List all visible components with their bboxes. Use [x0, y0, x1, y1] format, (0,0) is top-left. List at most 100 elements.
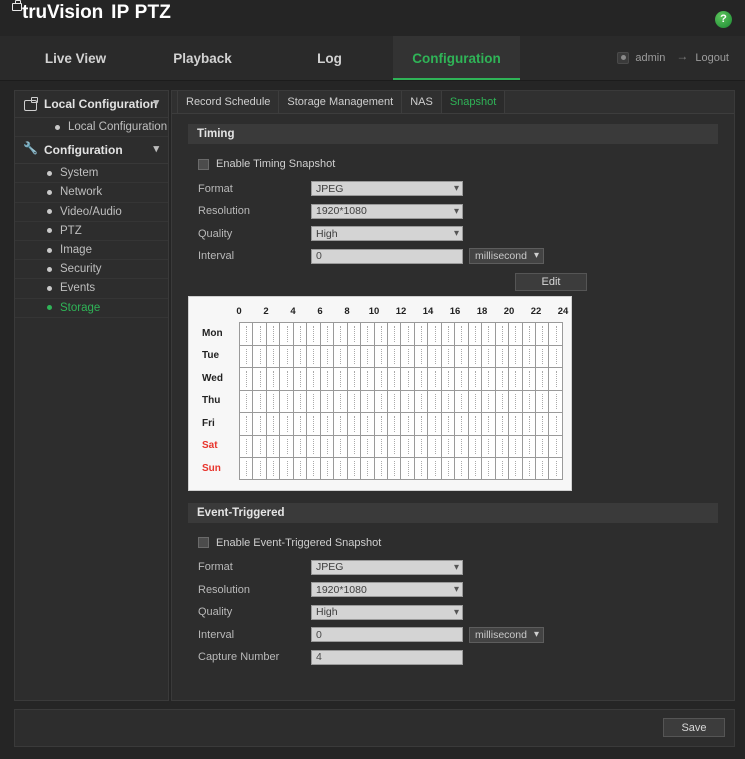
- timing-interval-unit-select[interactable]: millisecond: [469, 248, 544, 265]
- timing-resolution-select[interactable]: 1920*1080: [311, 203, 463, 219]
- schedule-hour-cell[interactable]: [307, 323, 321, 345]
- schedule-hour-cell[interactable]: [415, 413, 429, 435]
- schedule-hour-cell[interactable]: [496, 413, 510, 435]
- chevron-down-icon[interactable]: ▾: [153, 98, 159, 109]
- schedule-hour-cell[interactable]: [388, 345, 402, 367]
- schedule-hour-cell[interactable]: [307, 345, 321, 367]
- schedule-hour-cell[interactable]: [321, 368, 335, 390]
- sidebar-item-network[interactable]: Network: [15, 183, 168, 203]
- schedule-hour-cell[interactable]: [523, 413, 536, 435]
- schedule-hour-cell[interactable]: [348, 413, 362, 435]
- schedule-hour-cell[interactable]: [509, 413, 523, 435]
- schedule-hour-cell[interactable]: [469, 458, 483, 479]
- schedule-hour-cell[interactable]: [455, 413, 469, 435]
- schedule-hour-cell[interactable]: [240, 413, 254, 435]
- enable-timing-snapshot-checkbox[interactable]: [198, 158, 209, 170]
- schedule-hour-cell[interactable]: [509, 435, 523, 457]
- schedule-hour-cell[interactable]: [253, 458, 267, 479]
- schedule-hour-cell[interactable]: [509, 458, 523, 479]
- schedule-hour-cell[interactable]: [240, 368, 254, 390]
- schedule-hour-cell[interactable]: [280, 368, 294, 390]
- schedule-hour-cell[interactable]: [361, 458, 375, 479]
- sidebar-group-configuration[interactable]: Configuration ▾: [15, 137, 168, 165]
- schedule-hour-cell[interactable]: [334, 323, 348, 345]
- schedule-hour-cell[interactable]: [536, 458, 550, 479]
- sidebar-item-video-audio[interactable]: Video/Audio: [15, 203, 168, 222]
- schedule-hour-cell[interactable]: [240, 345, 254, 367]
- sidebar-item-local-configuration[interactable]: Local Configuration: [15, 118, 168, 138]
- schedule-hour-cell[interactable]: [428, 435, 442, 457]
- schedule-hour-cell[interactable]: [455, 435, 469, 457]
- schedule-hour-cell[interactable]: [307, 390, 321, 412]
- schedule-hour-cell[interactable]: [294, 390, 308, 412]
- schedule-hour-cell[interactable]: [240, 390, 254, 412]
- event-resolution-select[interactable]: 1920*1080: [311, 582, 463, 598]
- schedule-hour-cell[interactable]: [307, 413, 321, 435]
- schedule-hour-cell[interactable]: [401, 368, 415, 390]
- schedule-day-cells[interactable]: [239, 434, 563, 457]
- schedule-day-cells[interactable]: [239, 412, 563, 435]
- schedule-hour-cell[interactable]: [482, 368, 496, 390]
- schedule-hour-cell[interactable]: [267, 345, 281, 367]
- schedule-hour-cell[interactable]: [442, 390, 456, 412]
- schedule-hour-cell[interactable]: [294, 458, 308, 479]
- schedule-hour-cell[interactable]: [415, 390, 429, 412]
- schedule-hour-cell[interactable]: [482, 323, 496, 345]
- schedule-hour-cell[interactable]: [334, 390, 348, 412]
- schedule-hour-cell[interactable]: [388, 368, 402, 390]
- schedule-hour-cell[interactable]: [321, 435, 335, 457]
- schedule-hour-cell[interactable]: [253, 413, 267, 435]
- schedule-hour-cell[interactable]: [442, 345, 456, 367]
- schedule-hour-cell[interactable]: [307, 435, 321, 457]
- enable-event-triggered-snapshot-checkbox[interactable]: [198, 537, 209, 548]
- sidebar-item-system[interactable]: System: [15, 164, 168, 184]
- schedule-hour-cell[interactable]: [388, 390, 402, 412]
- enable-event-triggered-snapshot-row[interactable]: Enable Event-Triggered Snapshot: [188, 533, 718, 553]
- event-format-select[interactable]: JPEG: [311, 559, 463, 575]
- schedule-hour-cell[interactable]: [388, 435, 402, 457]
- schedule-hour-cell[interactable]: [361, 368, 375, 390]
- schedule-hour-cell[interactable]: [321, 390, 335, 412]
- schedule-hour-cell[interactable]: [455, 345, 469, 367]
- schedule-hour-cell[interactable]: [321, 345, 335, 367]
- schedule-hour-cell[interactable]: [253, 345, 267, 367]
- schedule-hour-cell[interactable]: [348, 368, 362, 390]
- tab-snapshot[interactable]: Snapshot: [441, 91, 506, 113]
- schedule-hour-cell[interactable]: [536, 413, 550, 435]
- schedule-hour-cell[interactable]: [280, 435, 294, 457]
- schedule-hour-cell[interactable]: [469, 390, 483, 412]
- schedule-hour-cell[interactable]: [455, 458, 469, 479]
- schedule-hour-cell[interactable]: [361, 413, 375, 435]
- schedule-hour-cell[interactable]: [280, 458, 294, 479]
- sidebar-item-security[interactable]: Security: [15, 260, 168, 280]
- timing-quality-select[interactable]: High: [311, 226, 463, 242]
- schedule-hour-cell[interactable]: [496, 458, 510, 479]
- schedule-hour-cell[interactable]: [401, 390, 415, 412]
- help-question-icon[interactable]: ?: [715, 11, 732, 28]
- schedule-hour-cell[interactable]: [307, 368, 321, 390]
- schedule-hour-cell[interactable]: [428, 368, 442, 390]
- schedule-hour-cell[interactable]: [388, 323, 402, 345]
- schedule-hour-cell[interactable]: [442, 435, 456, 457]
- schedule-hour-cell[interactable]: [253, 323, 267, 345]
- schedule-hour-cell[interactable]: [401, 323, 415, 345]
- schedule-hour-cell[interactable]: [267, 323, 281, 345]
- schedule-hour-cell[interactable]: [253, 435, 267, 457]
- schedule-hour-cell[interactable]: [509, 323, 523, 345]
- schedule-hour-cell[interactable]: [321, 458, 335, 479]
- schedule-hour-cell[interactable]: [267, 413, 281, 435]
- schedule-hour-cell[interactable]: [348, 390, 362, 412]
- schedule-hour-cell[interactable]: [428, 323, 442, 345]
- schedule-hour-cell[interactable]: [348, 323, 362, 345]
- schedule-hour-cell[interactable]: [253, 368, 267, 390]
- schedule-hour-cell[interactable]: [294, 413, 308, 435]
- schedule-hour-cell[interactable]: [509, 368, 523, 390]
- schedule-hour-cell[interactable]: [334, 368, 348, 390]
- schedule-hour-cell[interactable]: [549, 435, 563, 457]
- schedule-hour-cell[interactable]: [267, 390, 281, 412]
- schedule-day-row[interactable]: Thu: [197, 389, 563, 412]
- schedule-hour-cell[interactable]: [375, 345, 388, 367]
- schedule-hour-cell[interactable]: [428, 458, 442, 479]
- event-capture-number-input[interactable]: 4: [311, 649, 463, 665]
- schedule-hour-cell[interactable]: [294, 323, 308, 345]
